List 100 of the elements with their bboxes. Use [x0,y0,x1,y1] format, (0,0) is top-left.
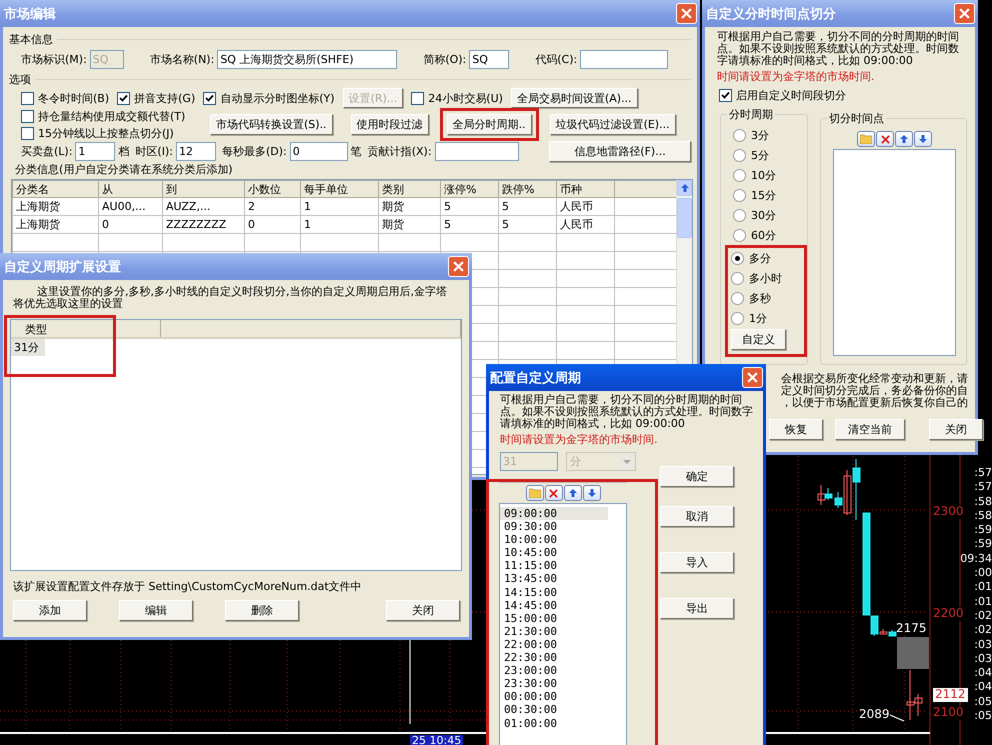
price-label: 2175 [896,622,927,636]
list-item[interactable]: 23:30:00 [500,677,608,690]
radio-button[interactable] [731,292,744,304]
radio-button[interactable] [733,208,746,222]
button[interactable]: 删除 [225,600,299,621]
text-field[interactable]: 0 [290,142,348,161]
radio-button[interactable] [733,148,746,162]
column-header[interactable]: 类别 [378,180,440,198]
time-label: :57 [974,480,992,495]
text-field[interactable] [580,50,668,69]
list-item[interactable]: 00:00:00 [500,690,608,704]
list-item[interactable]: 15:00:00 [500,612,608,625]
radio-button[interactable] [733,228,746,242]
button[interactable]: 取消 [660,506,734,527]
button[interactable]: 自定义 [731,329,786,350]
time-label: 09:34 [960,552,992,566]
list-item[interactable]: 31分 [11,339,45,356]
radio-button[interactable] [731,252,744,264]
radio-button[interactable] [733,168,746,182]
text-field[interactable]: 1 [75,142,116,161]
column-header[interactable]: 到 [162,180,244,198]
checkbox[interactable] [411,92,424,104]
list-item[interactable]: 10:00:00 [500,533,608,546]
button[interactable]: 垃圾代码过滤设置(E)... [550,114,676,135]
radio-button[interactable] [733,128,746,142]
checkbox[interactable] [203,92,216,104]
move-down-button[interactable] [582,485,600,501]
time-label: :59 [974,537,992,552]
button[interactable]: 关闭 [929,419,983,440]
folder-button[interactable] [526,485,544,501]
close-button[interactable] [676,3,697,24]
button[interactable]: 导入 [660,552,734,573]
list-item[interactable]: 09:00:00 [500,507,608,520]
column-header[interactable]: 从 [98,180,162,198]
column-header[interactable]: 小数位 [244,180,300,198]
list-item[interactable]: 00:30:00 [500,703,608,716]
button[interactable]: 导出 [660,598,734,619]
scroll-thumb[interactable] [677,198,692,238]
column-header[interactable]: 分类名 [12,180,98,198]
checkbox-label: 启用自定义时间段切分 [736,88,846,103]
button[interactable]: 市场代码转换设置(S).. [210,114,333,135]
list-item[interactable]: 23:00:00 [500,664,608,678]
button[interactable]: 全局交易时间设置(A)... [510,88,638,108]
move-down-button[interactable] [914,131,932,147]
delete-button[interactable] [544,485,562,501]
column-header[interactable]: 跌停% [498,180,556,198]
button[interactable]: 清空当前 [835,419,905,440]
time-label: :04 [974,666,992,680]
close-button[interactable] [448,256,469,277]
button[interactable]: 确定 [660,466,734,487]
text-field[interactable]: SQ 上海期货交易所(SHFE) [217,50,398,69]
scroll-up-button[interactable] [677,180,692,196]
text-field[interactable] [434,142,519,161]
list-item[interactable]: 21:30:00 [500,624,608,638]
time-label: :59 [974,523,992,538]
checkbox[interactable] [21,92,34,104]
list-item[interactable]: 11:15:00 [500,559,608,572]
checkbox[interactable] [117,92,130,104]
table-cell: 人民币 [556,216,614,234]
button[interactable]: 信息地雷路径(F)... [549,141,691,162]
folder-button[interactable] [857,131,875,147]
close-button[interactable] [742,367,763,388]
column-header[interactable]: 涨停% [440,180,498,198]
list-item[interactable]: 22:30:00 [500,651,608,664]
column-header[interactable]: 币种 [556,180,614,198]
up-arrow-icon [899,134,909,144]
column-header[interactable]: 每手单位 [300,180,378,198]
button[interactable]: 关闭 [386,600,460,621]
radio-button[interactable] [731,312,744,324]
button[interactable]: 恢复 [769,419,823,440]
down-arrow-icon [586,488,596,498]
button[interactable]: 全局分时周期.. [446,114,532,135]
radio-button[interactable] [733,188,746,202]
button[interactable]: 使用时段过滤 [350,114,429,135]
close-icon [880,134,890,144]
move-up-button[interactable] [564,485,582,501]
field-label: 买卖盘(L): [21,144,72,159]
field-label: 贡献计指(X): [368,144,432,159]
close-button[interactable] [954,3,975,24]
list-item[interactable]: 10:45:00 [500,546,608,560]
radio-button[interactable] [731,272,744,284]
list-item[interactable]: 14:45:00 [500,598,608,612]
checkbox[interactable] [21,126,34,140]
delete-button[interactable] [876,131,894,147]
button[interactable]: 编辑 [119,600,193,621]
radio-label: 3分 [751,128,769,142]
list-item[interactable]: 09:30:00 [500,520,608,534]
list-item[interactable]: 22:00:00 [500,638,608,652]
list-item[interactable]: 01:00:00 [500,716,608,730]
last-price-tag: 2112 [933,688,968,702]
checkbox[interactable] [719,89,732,102]
text-field[interactable]: SQ [469,50,510,69]
time-label: :04 [974,680,992,695]
checkbox[interactable] [21,110,34,122]
list-item[interactable]: 13:45:00 [500,572,608,586]
move-up-button[interactable] [895,131,913,147]
button[interactable]: 添加 [13,600,87,621]
list-item[interactable]: 14:15:00 [500,586,608,599]
text-field[interactable]: 12 [176,142,216,161]
checkbox-label: 自动显示分时图坐标(Y) [220,90,335,106]
